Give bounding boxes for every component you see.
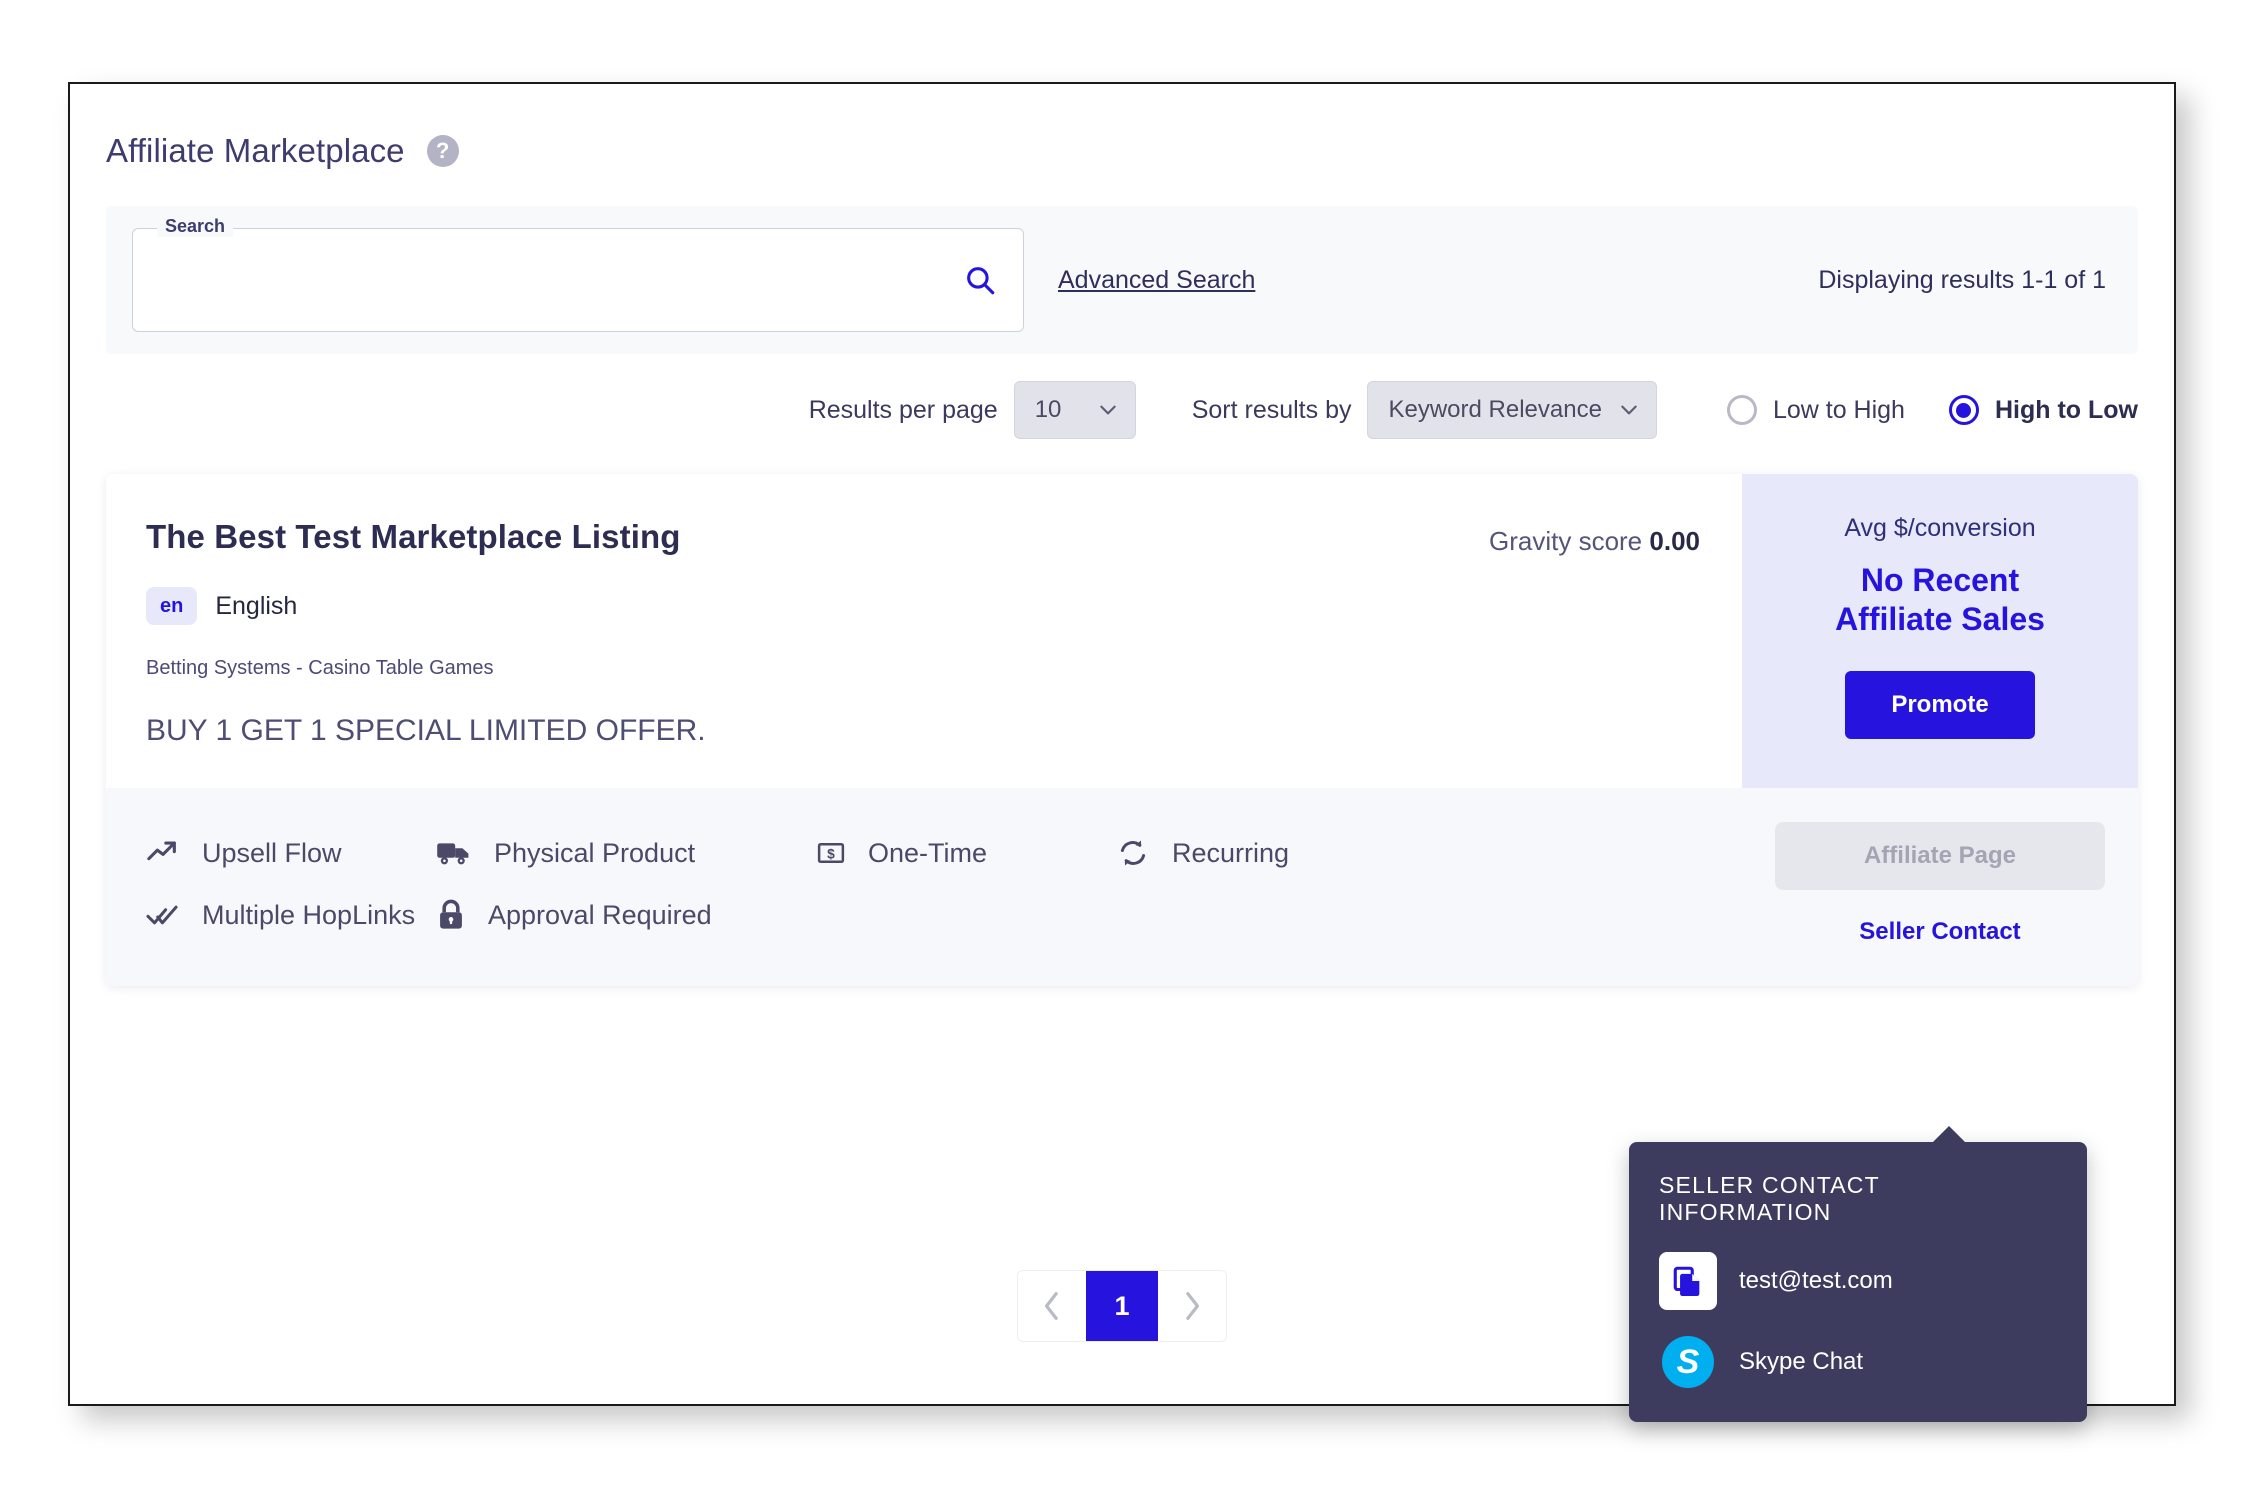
feature-recurring: Recurring [1116, 836, 1742, 870]
listing-card-footer: Upsell Flow Physical Product $ One-Time … [106, 788, 2138, 986]
tooltip-arrow [1932, 1126, 1966, 1143]
listing-title[interactable]: The Best Test Marketplace Listing [146, 518, 681, 556]
radio-low-to-high-label: Low to High [1772, 395, 1905, 424]
avg-per-conversion-label: Avg $/conversion [1844, 514, 2036, 542]
search-field: Search [132, 216, 1024, 332]
tooltip-email-row[interactable]: test@test.com [1659, 1252, 2057, 1310]
radio-high-to-low-label: High to Low [1994, 395, 2138, 424]
feature-label: Approval Required [488, 899, 712, 930]
truck-icon [437, 843, 469, 865]
money-bill-icon: $ [817, 843, 845, 863]
refresh-cycle-icon [1120, 840, 1146, 866]
page-title: Affiliate Marketplace [106, 132, 405, 169]
tooltip-skype-label: Skype Chat [1739, 1348, 1864, 1375]
listing-language: en English [146, 587, 1742, 625]
chevron-down-icon [1621, 405, 1637, 415]
sort-order-radios: Low to High High to Low [1726, 395, 2138, 425]
chevron-right-icon [1186, 1292, 1200, 1320]
results-per-page-label: Results per page [808, 395, 998, 424]
results-per-page-select[interactable]: 10 [1013, 381, 1136, 439]
feature-label: Upsell Flow [202, 837, 342, 868]
pagination-page-1[interactable]: 1 [1086, 1271, 1158, 1341]
pager: 1 [1017, 1270, 1227, 1342]
listing-features: Upsell Flow Physical Product $ One-Time … [146, 822, 1742, 946]
chevron-down-icon [1099, 405, 1116, 415]
language-badge: en [146, 587, 198, 625]
listing-category: Betting Systems - Casino Table Games [146, 657, 494, 679]
radio-indicator-selected [1948, 395, 1979, 425]
headline-line-1: No Recent [1860, 562, 2020, 598]
sort-value: Keyword Relevance [1388, 396, 1602, 423]
copy-icon[interactable] [1659, 1252, 1717, 1310]
search-input[interactable] [133, 229, 963, 331]
listing-card-top: The Best Test Marketplace Listing Gravit… [106, 474, 2138, 788]
search-panel: Search Advanced Search Displaying result… [106, 206, 2138, 354]
feature-label: Recurring [1172, 837, 1290, 868]
gravity-score-value: 0.00 [1649, 526, 1700, 556]
results-controls: Results per page 10 Sort results by Keyw… [70, 360, 2174, 460]
headline-line-2: Affiliate Sales [1835, 601, 2045, 638]
listing-details: The Best Test Marketplace Listing Gravit… [106, 474, 1742, 788]
search-legend: Search [157, 216, 234, 237]
feature-upsell-flow: Upsell Flow [146, 836, 436, 870]
feature-label: Physical Product [494, 837, 696, 868]
double-check-icon [146, 905, 178, 925]
lock-icon [440, 899, 462, 929]
promote-button[interactable]: Promote [1845, 671, 2035, 740]
feature-one-time: $ One-Time [816, 838, 1116, 869]
language-name: English [215, 591, 298, 620]
gravity-score-label: Gravity score [1489, 526, 1643, 556]
listing-card: The Best Test Marketplace Listing Gravit… [106, 474, 2138, 986]
results-per-page-value: 10 [1034, 396, 1062, 423]
radio-indicator [1726, 395, 1757, 425]
trending-up-icon [147, 841, 176, 861]
gravity-score: Gravity score 0.00 [1489, 518, 1742, 557]
listing-side-panel: Avg $/conversion No Recent Affiliate Sal… [1742, 474, 2138, 788]
skype-icon[interactable]: S [1662, 1336, 1714, 1388]
advanced-search-link[interactable]: Advanced Search [1058, 266, 1255, 295]
listing-footer-actions: Affiliate Page Seller Contact [1742, 822, 2138, 946]
seller-contact-link[interactable]: Seller Contact [1859, 918, 2020, 946]
listing-tagline: BUY 1 GET 1 SPECIAL LIMITED OFFER. [146, 714, 706, 747]
tooltip-skype-row[interactable]: S Skype Chat [1659, 1336, 2057, 1388]
radio-low-to-high[interactable]: Low to High [1726, 395, 1905, 425]
feature-label: Multiple HopLinks [202, 899, 416, 930]
sort-select[interactable]: Keyword Relevance [1367, 381, 1657, 439]
no-recent-sales-headline: No Recent Affiliate Sales [1835, 561, 2045, 639]
seller-contact-tooltip: SELLER CONTACT INFORMATION test@test.com… [1629, 1126, 2087, 1422]
tooltip-title: SELLER CONTACT INFORMATION [1659, 1172, 1880, 1225]
radio-high-to-low[interactable]: High to Low [1948, 395, 2138, 425]
search-icon[interactable] [963, 263, 1023, 297]
feature-physical-product: Physical Product [436, 838, 816, 869]
affiliate-page-button[interactable]: Affiliate Page [1775, 822, 2105, 890]
help-circle-icon[interactable]: ? [426, 135, 459, 167]
sort-label: Sort results by [1191, 395, 1352, 424]
listing-header-row: The Best Test Marketplace Listing Gravit… [146, 518, 1742, 557]
feature-multiple-hoplinks: Multiple HopLinks [146, 898, 436, 932]
pagination-next-button[interactable] [1158, 1271, 1226, 1341]
results-count: Displaying results 1-1 of 1 [1818, 265, 2106, 294]
chevron-left-icon [1044, 1292, 1058, 1320]
feature-label: One-Time [868, 837, 988, 868]
page-header: Affiliate Marketplace ? [70, 84, 2174, 170]
feature-approval-required: Approval Required [436, 898, 816, 932]
tooltip-email-label: test@test.com [1739, 1267, 1893, 1294]
pagination-prev-button[interactable] [1018, 1271, 1086, 1341]
svg-text:$: $ [827, 847, 835, 862]
